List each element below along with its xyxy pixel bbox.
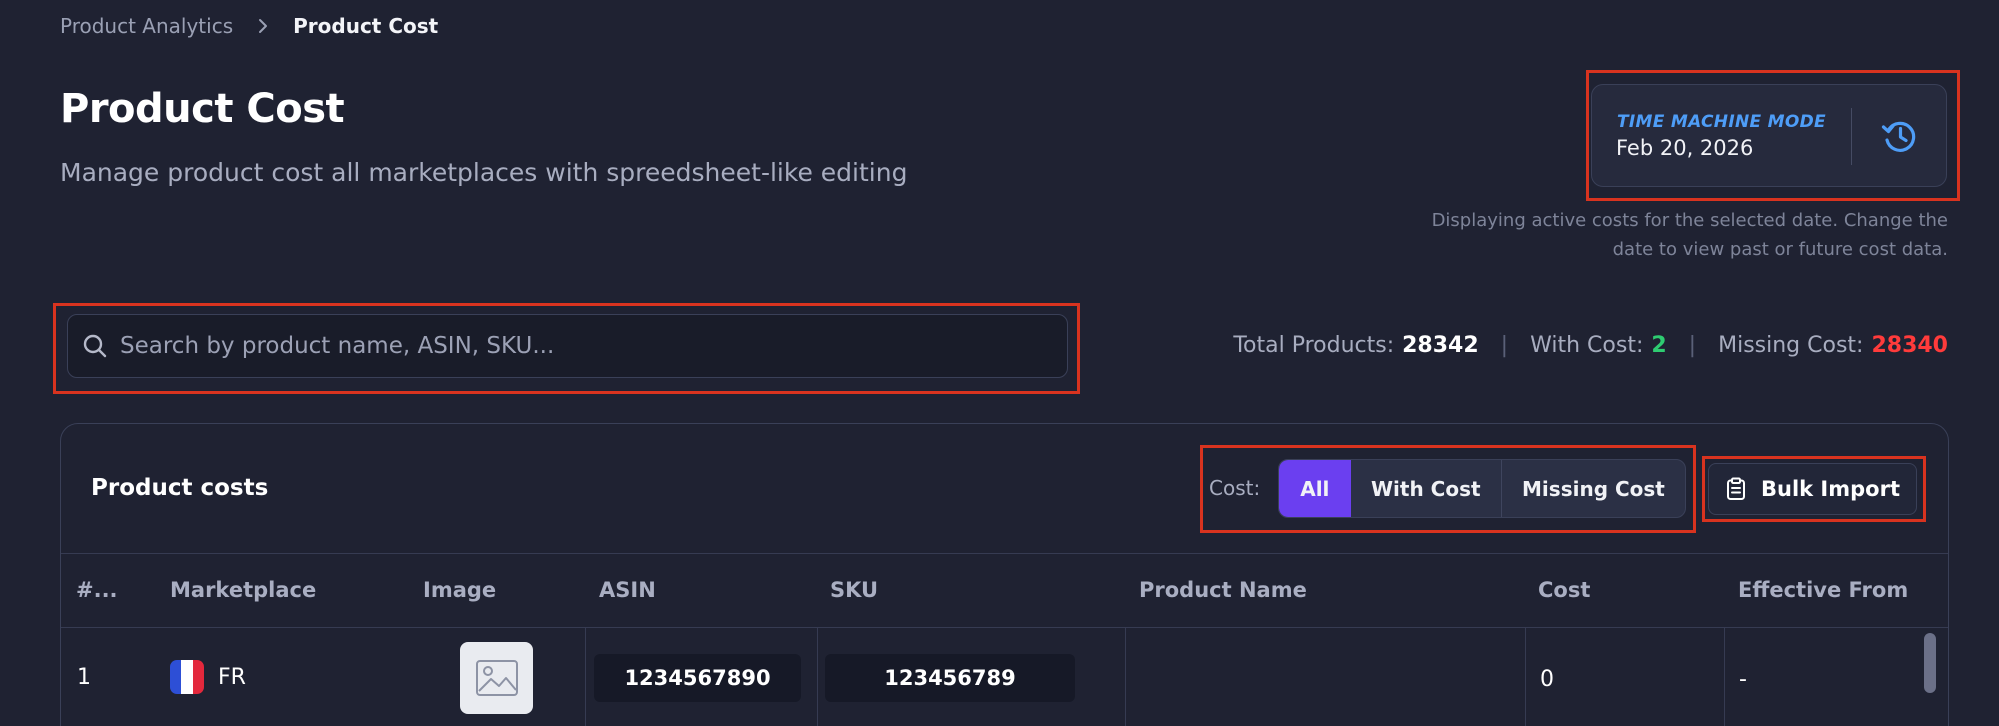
column-header-image[interactable]: Image (423, 578, 496, 602)
filter-with-cost-button[interactable]: With Cost (1351, 460, 1502, 517)
effective-from-cell[interactable]: - (1739, 667, 1747, 692)
page-title: Product Cost (60, 86, 345, 132)
column-header-effective-from[interactable]: Effective From (1738, 578, 1908, 602)
row-marketplace: FR (218, 665, 246, 690)
with-cost-value: 2 (1651, 332, 1667, 358)
column-divider (1724, 628, 1725, 726)
breadcrumb: Product Analytics Product Cost (60, 12, 438, 40)
asin-cell[interactable]: 1234567890 (594, 654, 801, 702)
filter-missing-cost-button[interactable]: Missing Cost (1502, 460, 1685, 517)
cost-filter-label: Cost: (1209, 476, 1261, 500)
time-machine-label: TIME MACHINE MODE (1617, 112, 1826, 132)
missing-cost-value: 28340 (1871, 332, 1948, 358)
time-machine-note-line1: Displaying active costs for the selected… (1431, 210, 1948, 231)
filter-all-button[interactable]: All (1279, 460, 1351, 517)
column-header-index[interactable]: #... (76, 578, 118, 602)
cost-filter-group: All With Cost Missing Cost (1278, 459, 1686, 518)
product-stats: Total Products: 28342 | With Cost: 2 | M… (1233, 330, 1948, 360)
clipboard-icon (1725, 477, 1747, 501)
column-header-sku[interactable]: SKU (830, 578, 878, 602)
stats-separator: | (1500, 332, 1509, 358)
time-machine-note: Displaying active costs for the selected… (1308, 206, 1948, 264)
panel-title: Product costs (91, 475, 269, 501)
table-header-border (61, 627, 1948, 628)
bulk-import-button[interactable]: Bulk Import (1708, 463, 1917, 515)
missing-cost-label: Missing Cost: (1718, 332, 1864, 358)
column-header-cost[interactable]: Cost (1538, 578, 1590, 602)
column-divider (1125, 628, 1126, 726)
breadcrumb-product-analytics[interactable]: Product Analytics (60, 14, 233, 38)
page-subtitle: Manage product cost all marketplaces wit… (60, 158, 908, 187)
total-products-value: 28342 (1402, 332, 1479, 358)
with-cost-label: With Cost: (1530, 332, 1644, 358)
row-index: 1 (77, 665, 91, 690)
search-input[interactable] (120, 318, 1050, 374)
cost-cell[interactable]: 0 (1540, 667, 1554, 692)
france-flag-icon (170, 660, 204, 694)
stats-separator: | (1688, 332, 1697, 358)
total-products-label: Total Products: (1233, 332, 1395, 358)
sku-cell[interactable]: 123456789 (825, 654, 1075, 702)
history-icon[interactable] (1880, 116, 1920, 156)
breadcrumb-current: Product Cost (293, 14, 439, 38)
column-header-product-name[interactable]: Product Name (1139, 578, 1307, 602)
table-scrollbar[interactable] (1924, 633, 1936, 693)
bulk-import-label: Bulk Import (1761, 477, 1900, 501)
column-header-asin[interactable]: ASIN (599, 578, 656, 602)
column-divider (817, 628, 818, 726)
time-machine-date[interactable]: Feb 20, 2026 (1616, 136, 1753, 160)
chevron-right-icon (257, 18, 269, 34)
table-top-border (61, 553, 1948, 554)
column-divider (1525, 628, 1526, 726)
time-machine-note-line2: date to view past or future cost data. (1612, 239, 1948, 260)
column-divider (585, 628, 586, 726)
time-machine-divider (1851, 108, 1852, 165)
search-icon (82, 333, 108, 359)
image-placeholder-icon[interactable] (460, 642, 533, 714)
column-header-marketplace[interactable]: Marketplace (170, 578, 316, 602)
